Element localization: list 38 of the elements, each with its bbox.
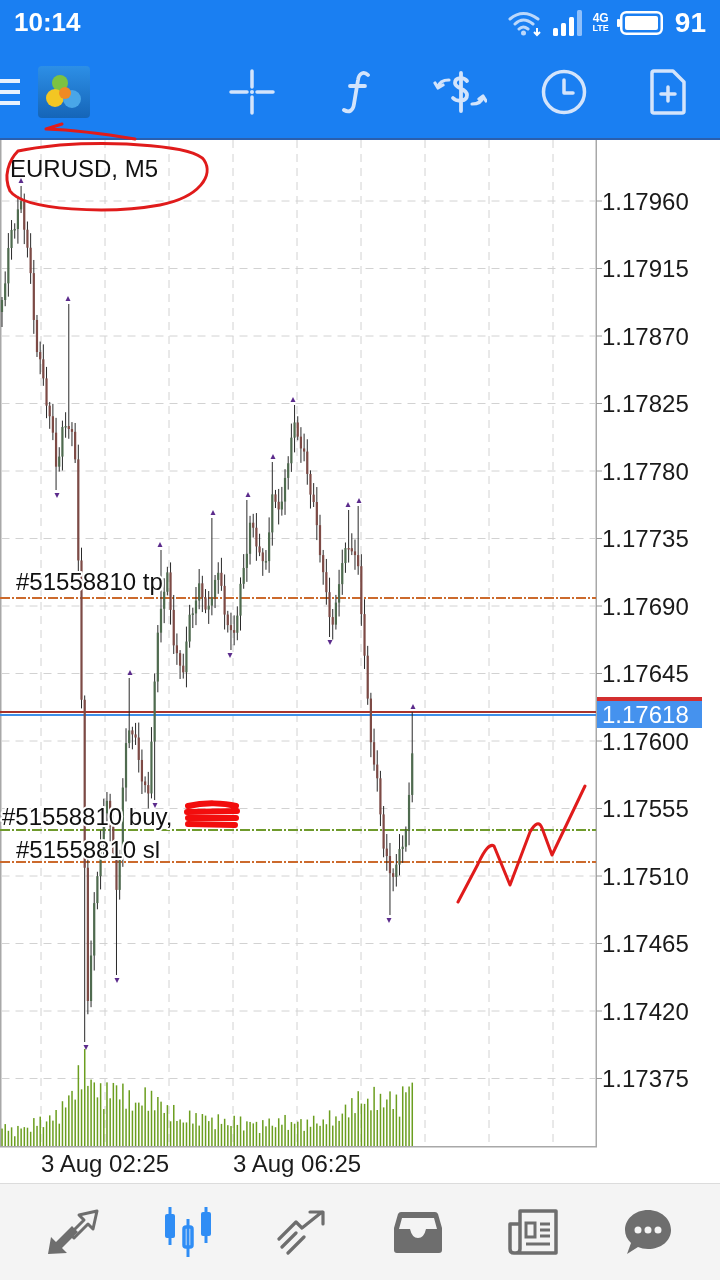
chart-title: EURUSD, M5 bbox=[10, 155, 159, 182]
network-type-label: 4G bbox=[592, 12, 609, 24]
inbox-icon bbox=[392, 1210, 443, 1254]
status-time: 10:14 bbox=[14, 7, 81, 38]
price-label: 1.17465 bbox=[602, 930, 689, 957]
price-label: 1.17960 bbox=[602, 187, 689, 215]
app-logo-button[interactable] bbox=[38, 65, 90, 118]
function-icon bbox=[341, 69, 371, 114]
menu-icon bbox=[0, 78, 20, 105]
newspaper-icon bbox=[506, 1208, 559, 1256]
battery-icon bbox=[616, 10, 663, 35]
price-label: 1.17735 bbox=[602, 525, 689, 552]
network-type-label: LTE bbox=[592, 24, 609, 33]
signal-icon bbox=[550, 8, 585, 37]
time-label: 3 Aug 02:25 bbox=[41, 1150, 170, 1177]
menu-button[interactable] bbox=[0, 78, 20, 105]
price-label: 1.17510 bbox=[602, 862, 689, 890]
chat-bubble-icon bbox=[622, 1208, 673, 1256]
price-label: 1.17555 bbox=[602, 795, 689, 822]
price-label: 1.17780 bbox=[602, 457, 689, 485]
dollar-arrows-icon bbox=[433, 69, 487, 114]
price-label: 1.17870 bbox=[602, 322, 689, 350]
redaction-scribble bbox=[184, 800, 240, 828]
price-label: 1.17420 bbox=[602, 997, 689, 1025]
price-label: 1.17825 bbox=[602, 390, 689, 417]
battery-percentage: 91 bbox=[674, 6, 706, 39]
price-label: 1.17690 bbox=[602, 592, 689, 620]
price-label: 1.17375 bbox=[602, 1065, 689, 1092]
price-label: 1.17645 bbox=[602, 660, 689, 687]
double-arrow-icon bbox=[45, 1208, 100, 1256]
crosshair-icon bbox=[229, 68, 275, 115]
document-plus-icon bbox=[649, 67, 687, 116]
price-label: 1.17915 bbox=[602, 255, 689, 282]
time-label: 3 Aug 06:25 bbox=[233, 1150, 362, 1177]
app-logo-icon bbox=[38, 65, 90, 118]
clock-icon bbox=[541, 68, 587, 115]
price-label: 1.17600 bbox=[602, 727, 689, 755]
current-price-label: 1.17618 bbox=[597, 701, 702, 728]
